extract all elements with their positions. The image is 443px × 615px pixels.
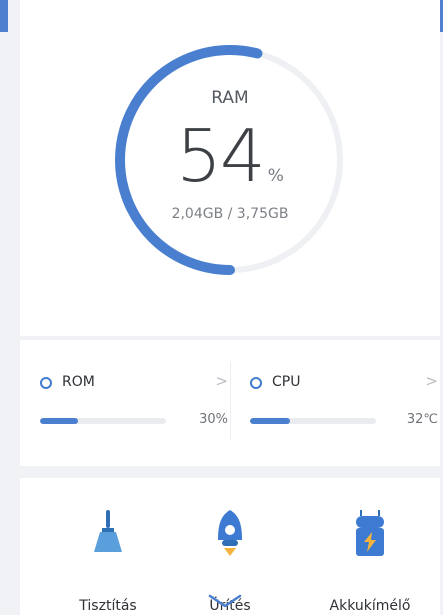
ram-card: RAM 54% 2,04GB / 3,75GB (20, 0, 440, 336)
chevron-down-icon[interactable] (208, 594, 242, 608)
ram-percent-unit: % (267, 166, 284, 186)
divider (230, 362, 231, 440)
rocket-icon (218, 510, 242, 556)
boost-button[interactable]: Ürítés (170, 510, 290, 614)
rom-label: ROM (62, 374, 95, 390)
cpu-progress-bar (250, 418, 376, 424)
rom-progress-fill (40, 418, 78, 424)
chevron-right-icon: > (215, 372, 228, 390)
circle-icon (40, 377, 52, 389)
clean-label: Tisztítás (79, 598, 137, 614)
ram-label: RAM (211, 88, 249, 108)
battery-android-icon (356, 510, 384, 556)
cpu-label: CPU (272, 374, 301, 390)
ram-percent-number: 54 (176, 114, 266, 198)
battery-saver-label: Akkukímélő (329, 598, 411, 614)
cpu-value: 32℃ (406, 412, 438, 427)
rom-header: ROM > (40, 372, 228, 394)
chevron-right-icon: > (425, 372, 438, 390)
ram-percent: 54% (20, 114, 440, 198)
stats-card: ROM > 30% CPU > 32℃ (20, 340, 440, 466)
circle-icon (250, 377, 262, 389)
left-edge-accent (0, 0, 8, 32)
cpu-progress-fill (250, 418, 291, 424)
clean-button[interactable]: Tisztítás (48, 510, 168, 614)
rom-stat[interactable]: ROM > 30% (40, 340, 228, 466)
battery-saver-button[interactable]: Akkukímélő (310, 510, 430, 614)
ram-usage: 2,04GB / 3,75GB (171, 206, 289, 222)
rom-progress-bar (40, 418, 166, 424)
rom-value: 30% (199, 412, 228, 427)
cpu-header: CPU > (250, 372, 438, 394)
cpu-stat[interactable]: CPU > 32℃ (250, 340, 438, 466)
broom-icon (94, 510, 122, 552)
